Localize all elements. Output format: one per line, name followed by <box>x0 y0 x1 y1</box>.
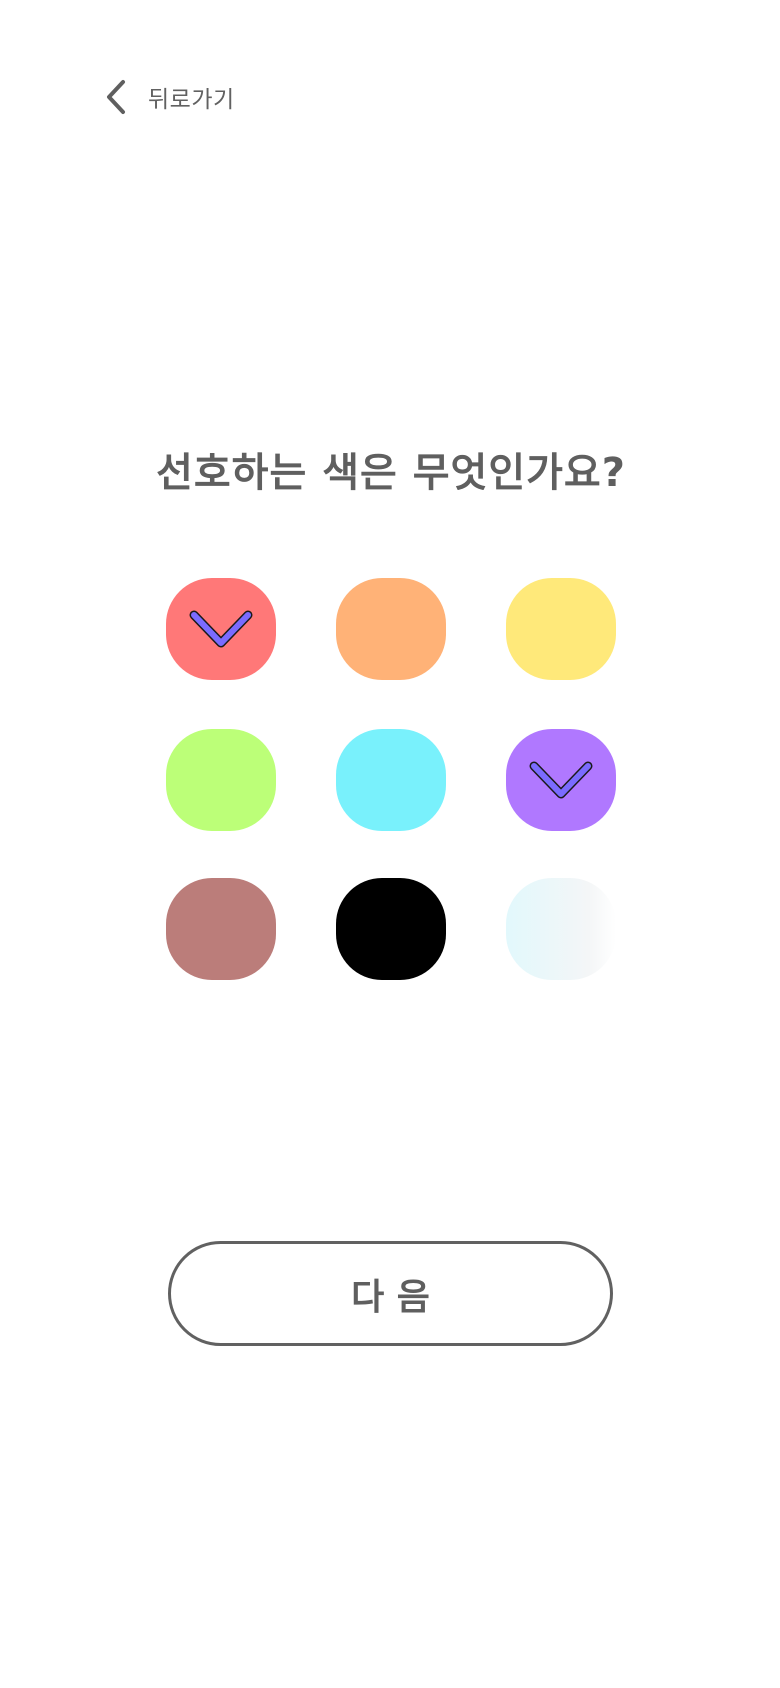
color-option-yellow[interactable] <box>506 578 616 680</box>
color-option-white-gradient[interactable] <box>506 878 616 980</box>
next-button[interactable]: 다 음 <box>168 1241 613 1346</box>
chevron-left-icon <box>104 78 130 116</box>
back-label: 뒤로가기 <box>148 87 235 113</box>
color-option-cyan[interactable] <box>336 729 446 831</box>
color-option-brown[interactable] <box>166 878 276 980</box>
color-option-red[interactable] <box>166 578 276 680</box>
check-chevron-icon <box>529 761 593 799</box>
color-option-lime[interactable] <box>166 729 276 831</box>
page-title: 선호하는 색은 무엇인가요? <box>156 450 626 496</box>
back-button[interactable]: 뒤로가기 <box>104 76 235 118</box>
color-option-purple[interactable] <box>506 729 616 831</box>
check-chevron-icon <box>189 610 253 648</box>
color-grid <box>0 0 780 1688</box>
color-option-orange[interactable] <box>336 578 446 680</box>
color-option-black[interactable] <box>336 878 446 980</box>
